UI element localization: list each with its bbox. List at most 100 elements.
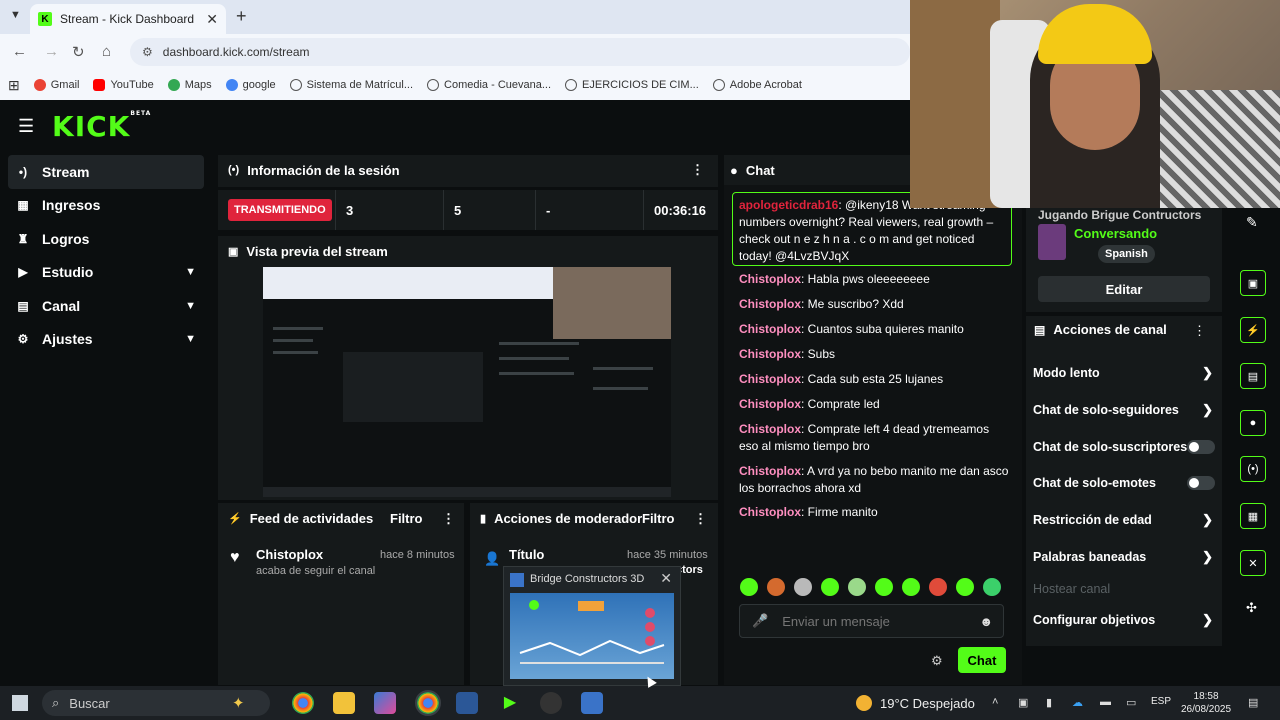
- emote-icon[interactable]: [848, 578, 866, 596]
- onedrive-icon[interactable]: ☁: [1072, 696, 1083, 709]
- browser-tab[interactable]: K Stream - Kick Dashboard ✕: [30, 4, 226, 34]
- emote-icon[interactable]: [821, 578, 839, 596]
- forward-icon[interactable]: →: [44, 43, 59, 60]
- bridge-constructors-preview-popup[interactable]: Bridge Constructors 3D ✕: [503, 566, 681, 686]
- kick-logo[interactable]: KICKBETA: [52, 110, 151, 143]
- followers-only-option[interactable]: Chat de solo-seguidores ❯: [1033, 398, 1215, 422]
- close-tab-icon[interactable]: ✕: [206, 11, 218, 28]
- chat-username[interactable]: Chistoplox: [739, 422, 801, 436]
- sidebar-item-logros[interactable]: ♜ Logros: [0, 222, 210, 256]
- tray-mic-icon[interactable]: ▮: [1046, 696, 1052, 709]
- emote-icon[interactable]: [794, 578, 812, 596]
- language-indicator[interactable]: ESP: [1151, 696, 1171, 707]
- edit-stream-button[interactable]: Editar: [1038, 276, 1210, 302]
- emotes-only-toggle[interactable]: [1187, 476, 1215, 490]
- close-icon[interactable]: ✕: [660, 570, 672, 587]
- subscribers-only-toggle[interactable]: [1187, 440, 1215, 454]
- chat-input[interactable]: [782, 613, 973, 629]
- battery-icon[interactable]: ▭: [1126, 696, 1136, 709]
- slow-mode-option[interactable]: Modo lento ❯: [1033, 361, 1215, 385]
- document-icon[interactable]: ▤: [1240, 363, 1266, 389]
- more-options-icon[interactable]: ⋮: [442, 511, 455, 527]
- tray-expand-icon[interactable]: ˄: [992, 696, 998, 708]
- emote-icon[interactable]: [983, 578, 1001, 596]
- chat-username[interactable]: Chistoplox: [739, 347, 801, 361]
- emote-icon[interactable]: [929, 578, 947, 596]
- emote-icon[interactable]: [875, 578, 893, 596]
- clock[interactable]: 18:58 26/08/2025: [1181, 690, 1231, 716]
- layout-icon[interactable]: ▦: [1240, 503, 1266, 529]
- wrench-icon[interactable]: ✕: [1240, 550, 1266, 576]
- sidebar-item-stream[interactable]: •) Stream: [8, 155, 204, 189]
- bookmark-sistema[interactable]: Sistema de Matrícul...: [289, 79, 413, 91]
- chat-username[interactable]: Chistoplox: [739, 272, 801, 286]
- bookmark-ejercicios[interactable]: EJERCICIOS DE CIM...: [565, 79, 699, 91]
- chat-message-field[interactable]: 🎤 ☻: [739, 604, 1004, 638]
- more-options-icon[interactable]: ⋮: [1193, 323, 1206, 339]
- emote-icon[interactable]: [740, 578, 758, 596]
- bookmark-youtube[interactable]: YouTube: [93, 79, 154, 91]
- bookmark-comedia[interactable]: Comedia - Cuevana...: [427, 79, 551, 91]
- activity-filter-button[interactable]: Filtro: [390, 511, 423, 526]
- chat-username[interactable]: Chistoplox: [739, 397, 801, 411]
- chat-username[interactable]: apologeticdrab16: [739, 198, 838, 212]
- new-tab-icon[interactable]: +: [236, 6, 247, 27]
- copilot-icon[interactable]: [374, 692, 396, 714]
- apps-icon[interactable]: ⊞: [8, 77, 20, 94]
- chat-username[interactable]: Chistoplox: [739, 297, 801, 311]
- microphone-icon[interactable]: 🎤: [752, 613, 768, 629]
- emote-icon[interactable]: [956, 578, 974, 596]
- chat-settings-icon[interactable]: ⚙: [931, 653, 943, 669]
- home-icon[interactable]: ⌂: [102, 43, 111, 60]
- url-field[interactable]: ⚙ dashboard.kick.com/stream: [130, 38, 910, 66]
- bookmark-google[interactable]: google: [225, 79, 276, 91]
- file-explorer-icon[interactable]: [333, 692, 355, 714]
- bookmark-gmail[interactable]: Gmail: [33, 79, 79, 91]
- feed-user[interactable]: Chistoplox: [256, 547, 323, 562]
- word-icon[interactable]: [456, 692, 478, 714]
- chat-username[interactable]: Chistoplox: [739, 505, 801, 519]
- chat-bubble-icon[interactable]: ●: [1240, 410, 1266, 436]
- emotes-only-option[interactable]: Chat de solo-emotes: [1033, 471, 1215, 495]
- taskbar-search[interactable]: ⌕ Buscar ✦: [42, 690, 270, 716]
- tab-list-icon[interactable]: ▼: [10, 9, 21, 21]
- sidebar-item-ingresos[interactable]: ▦ Ingresos: [0, 189, 210, 223]
- tray-icon[interactable]: ▬: [1100, 696, 1111, 708]
- tray-app-icon[interactable]: ▣: [1018, 696, 1028, 709]
- sidebar-item-canal[interactable]: ▤ Canal ▼: [0, 289, 210, 323]
- chat-username[interactable]: Chistoplox: [739, 464, 801, 478]
- banned-words-option[interactable]: Palabras baneadas ❯: [1033, 545, 1215, 569]
- obs-icon[interactable]: [540, 692, 562, 714]
- moderator-filter-button[interactable]: Filtro: [642, 511, 675, 526]
- game-thumbnail[interactable]: [510, 593, 674, 679]
- sidebar-item-ajustes[interactable]: ⚙ Ajustes ▼: [0, 323, 210, 357]
- pencil-icon[interactable]: ✎: [1246, 214, 1258, 231]
- chrome-icon[interactable]: [292, 692, 314, 714]
- age-restriction-option[interactable]: Restricción de edad ❯: [1033, 508, 1215, 532]
- stream-category[interactable]: Conversando: [1074, 226, 1157, 241]
- back-icon[interactable]: ←: [12, 43, 27, 60]
- chat-username[interactable]: Chistoplox: [739, 372, 801, 386]
- menu-icon[interactable]: ☰: [18, 116, 34, 137]
- subscribers-only-option[interactable]: Chat de solo-suscriptores: [1033, 435, 1215, 459]
- lightning-icon[interactable]: ⚡: [1240, 317, 1266, 343]
- emoji-icon[interactable]: ☻: [979, 614, 993, 629]
- emote-icon[interactable]: [902, 578, 920, 596]
- send-chat-button[interactable]: Chat: [958, 647, 1006, 673]
- notifications-icon[interactable]: ▤: [1248, 696, 1258, 709]
- bridge-constructors-taskbar-icon[interactable]: [581, 692, 603, 714]
- sidebar-item-estudio[interactable]: ▶ Estudio ▼: [0, 256, 210, 290]
- site-info-icon[interactable]: ⚙: [142, 45, 153, 59]
- bookmark-maps[interactable]: Maps: [167, 79, 212, 91]
- camera-icon[interactable]: ▣: [1240, 270, 1266, 296]
- more-options-icon[interactable]: ⋮: [694, 511, 707, 527]
- kick-app-icon[interactable]: ▶: [499, 692, 521, 714]
- chat-username[interactable]: Chistoplox: [739, 322, 801, 336]
- emote-icon[interactable]: [767, 578, 785, 596]
- reload-icon[interactable]: ↻: [72, 43, 85, 61]
- stream-preview-video[interactable]: [263, 267, 671, 497]
- broadcast-icon[interactable]: (•): [1240, 456, 1266, 482]
- bookmark-adobe[interactable]: Adobe Acrobat: [712, 79, 802, 91]
- more-options-icon[interactable]: ⋮: [691, 162, 704, 178]
- windows-start-icon[interactable]: [12, 695, 28, 711]
